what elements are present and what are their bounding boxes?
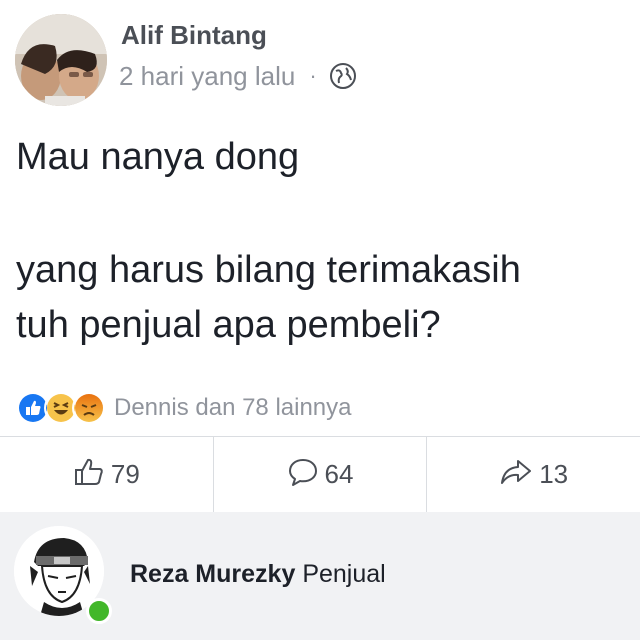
online-status-dot <box>86 598 112 624</box>
author-avatar[interactable] <box>15 14 107 106</box>
action-bar: 79 64 13 <box>0 436 640 512</box>
post-blank-line <box>16 185 626 243</box>
share-count: 13 <box>539 458 569 489</box>
post-text-line: yang harus bilang terimakasih <box>16 249 521 291</box>
thumbs-up-icon <box>73 456 105 493</box>
like-count: 79 <box>110 458 140 489</box>
reaction-summary[interactable]: Dennis dan 78 lainnya <box>16 390 352 426</box>
post-text-line: tuh penjual apa pembeli? <box>16 304 441 346</box>
share-button[interactable]: 13 <box>427 436 640 512</box>
author-photo <box>15 14 107 106</box>
like-button[interactable]: 79 <box>0 436 213 512</box>
speech-bubble-icon <box>287 456 319 493</box>
comment-section: Reza Murezky Penjual <box>0 512 640 640</box>
comment-body: Reza Murezky Penjual <box>130 560 386 589</box>
facebook-post-screenshot: Alif Bintang 2 hari yang lalu · Mau nany… <box>0 0 640 640</box>
comment-text: Penjual <box>302 560 386 588</box>
angry-icon <box>72 391 106 425</box>
post-header: Alif Bintang 2 hari yang lalu · <box>15 14 625 106</box>
share-arrow-icon <box>499 456 533 493</box>
commenter-name[interactable]: Reza Murezky <box>130 560 295 588</box>
post-meta: 2 hari yang lalu · <box>119 60 357 92</box>
reaction-summary-text[interactable]: Dennis dan 78 lainnya <box>114 394 352 422</box>
comment-count: 64 <box>324 458 354 489</box>
post-text-line: Mau nanya dong <box>16 136 300 178</box>
globe-icon[interactable] <box>329 62 357 90</box>
post-timestamp[interactable]: 2 hari yang lalu <box>119 61 295 92</box>
author-name[interactable]: Alif Bintang <box>121 20 267 51</box>
meta-separator: · <box>309 63 317 88</box>
post-content: Mau nanya dong yang harus bilang terimak… <box>16 130 626 353</box>
comment-button[interactable]: 64 <box>214 436 427 512</box>
